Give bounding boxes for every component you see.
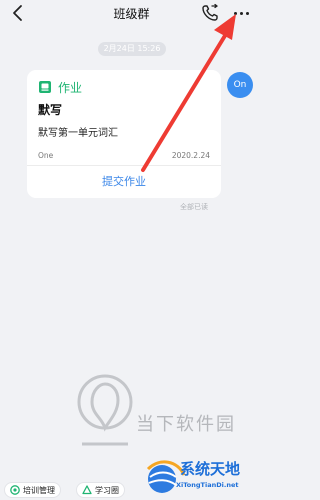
submit-homework-button[interactable]: 提交作业 [27,166,221,198]
card-type-label: 作业 [58,80,83,95]
read-status: 全部已读 [180,203,208,211]
phone-call-icon[interactable] [200,3,220,23]
homework-author: One [38,151,54,160]
brand-name: 系统天地 [180,460,241,478]
watermark-text: 当下软件园 [136,414,236,435]
more-dots-icon [233,11,237,15]
study-circle-button[interactable]: 学习圈 [76,482,125,498]
page-title: 班级群 [113,7,150,21]
chat-header: 班级群 [0,0,263,26]
study-circle-icon [82,485,92,495]
study-circle-label: 学习圈 [95,485,119,495]
book-icon [39,81,51,93]
card-type: 作业 [38,79,82,95]
avatar[interactable]: On [227,72,253,98]
more-options-button[interactable] [229,3,253,23]
homework-date: 2020.2.24 [171,151,210,160]
homework-card[interactable]: 作业 默写 默写第一单元词汇 One 2020.2.24 提交作业 [27,70,221,198]
watermark-logo-icon [77,374,133,446]
homework-description: 默写第一单元词汇 [38,128,118,139]
training-management-label: 培训管理 [23,485,55,495]
training-management-button[interactable]: 培训管理 [4,482,61,498]
homework-title: 默写 [38,103,63,117]
message-timestamp: 2月24日 15:26 [98,42,166,56]
training-icon [10,485,20,495]
bottom-tool-bar: 培训管理 学习圈 [0,478,263,500]
